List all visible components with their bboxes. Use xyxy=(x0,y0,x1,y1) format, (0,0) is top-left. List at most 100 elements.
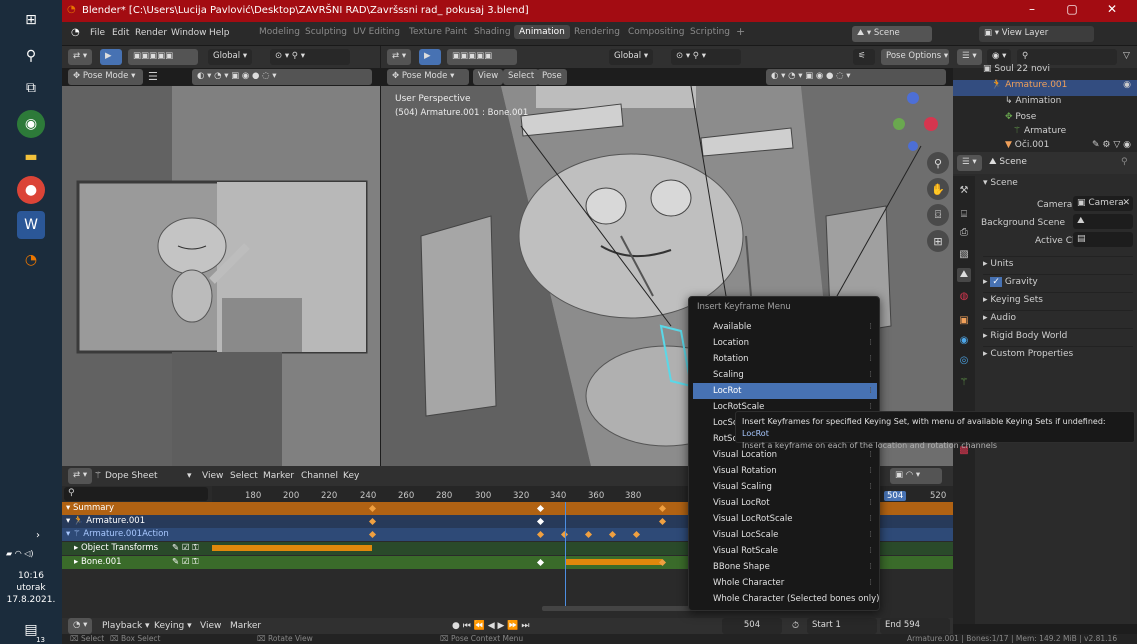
tab-texture-paint[interactable]: Texture Paint xyxy=(409,27,467,37)
render-tab-icon[interactable]: ⌸ xyxy=(957,208,971,222)
keyframe-menu-item[interactable]: Visual LocScale ⁞ xyxy=(693,527,877,543)
output-tab-icon[interactable]: ⎙ xyxy=(957,226,971,240)
keyframe-menu-item[interactable]: Location ⁞ xyxy=(693,335,877,351)
hamburger-menu-icon[interactable]: ☰ xyxy=(148,70,158,83)
search-icon[interactable]: ⚲ xyxy=(17,42,45,70)
filter-icon[interactable]: ▽ xyxy=(1123,51,1130,61)
main-viewport-shading-buttons[interactable]: ◐ ▾ ◔ ▾ ▣ ◉ ● ◌ ▾ xyxy=(766,69,946,85)
clear-camera-icon[interactable]: ✕ xyxy=(1122,198,1130,208)
minimize-button[interactable]: – xyxy=(1012,2,1052,20)
outliner-row-collection[interactable]: ▣ Soul 22 novi xyxy=(953,64,1137,80)
menu-render[interactable]: Render xyxy=(135,28,167,38)
tool-tab-icon[interactable]: ⚒ xyxy=(957,184,971,198)
tab-scripting[interactable]: Scripting xyxy=(690,27,730,37)
end-frame-field[interactable]: End 594 xyxy=(880,618,950,634)
menu-help[interactable]: Help xyxy=(209,28,230,38)
main-selection-mode-buttons[interactable]: ▣▣▣▣▣ xyxy=(447,49,517,65)
dope-menu-channel[interactable]: Channel xyxy=(301,471,338,481)
dope-snap-buttons[interactable]: ▣ ◠ ▾ xyxy=(890,468,942,484)
timeline-view-menu[interactable]: View xyxy=(200,621,221,631)
dope-menu-key[interactable]: Key xyxy=(343,471,359,481)
timeline-editor-type[interactable]: ◔ ▾ xyxy=(68,618,93,634)
keyframe-menu-item[interactable]: Visual LocRotScale ⁞ xyxy=(693,511,877,527)
timeline-marker-menu[interactable]: Marker xyxy=(230,621,261,631)
main-pose-mode-dropdown[interactable]: ✥ Pose Mode ▾ xyxy=(387,69,469,85)
view-layer-tab-icon[interactable]: ▧ xyxy=(957,248,971,262)
gravity-section[interactable]: ▸ ✓ Gravity xyxy=(983,274,1133,287)
playback-controls[interactable]: ● ⏮ ⏪ ◀ ▶ ⏩ ⏭ xyxy=(452,621,529,631)
playhead-line[interactable] xyxy=(565,502,566,610)
tab-sculpting[interactable]: Sculpting xyxy=(305,27,347,37)
main-pivot-snap-buttons[interactable]: ⊙ ▾ ⚲ ▾ xyxy=(671,49,741,65)
editor-type-button[interactable]: ⇄ ▾ xyxy=(68,49,93,65)
menu-window[interactable]: Window xyxy=(171,28,207,38)
zoom-icon[interactable]: ⚲ xyxy=(927,152,949,174)
outliner-editor-type[interactable]: ☰ ▾ xyxy=(957,49,982,65)
blender-taskbar-icon[interactable]: ◔ xyxy=(17,246,45,274)
tray-icons[interactable]: ▰ ◠ ◁) xyxy=(6,549,34,558)
rigid-body-section[interactable]: ▸ Rigid Body World xyxy=(983,328,1133,341)
file-explorer-icon[interactable]: ▬ xyxy=(17,143,45,171)
playback-menu[interactable]: Playback ▾ xyxy=(102,621,150,631)
keyframe-menu-item[interactable]: Visual LocRot ⁞ xyxy=(693,495,877,511)
perspective-grid-icon[interactable]: ⊞ xyxy=(927,230,949,252)
custom-props-section[interactable]: ▸ Custom Properties xyxy=(983,346,1133,359)
modifier-tab-icon[interactable]: ◉ xyxy=(957,334,971,348)
dope-mode-dropdown[interactable]: ⚚ Dope Sheet xyxy=(94,471,158,481)
start-frame-field[interactable]: Start 1 xyxy=(807,618,877,634)
camera-field[interactable]: ▣ Camera ✕ xyxy=(1073,196,1133,211)
stopwatch-icon[interactable]: ⏱ xyxy=(792,621,799,631)
close-button[interactable]: ✕ xyxy=(1092,2,1132,20)
properties-editor-type[interactable]: ☰ ▾ xyxy=(957,155,982,171)
current-frame-field[interactable]: 504 xyxy=(722,618,782,634)
left-viewport[interactable] xyxy=(62,86,380,466)
bone-tab-icon[interactable]: ⚚ xyxy=(957,376,971,390)
selection-mode-buttons[interactable]: ▣▣▣▣▣ xyxy=(128,49,198,65)
outliner-search-input[interactable]: ⚲ xyxy=(1017,49,1117,65)
main-editor-type-button[interactable]: ⇄ ▾ xyxy=(387,49,412,65)
keyframe-menu-item[interactable]: Available ⁞ xyxy=(693,319,877,335)
menu-file[interactable]: File xyxy=(90,28,105,38)
keying-sets-section[interactable]: ▸ Keying Sets xyxy=(983,292,1133,305)
scene-tab-icon[interactable]: ⛰ xyxy=(957,268,971,282)
keyframe-menu-item[interactable]: BBone Shape ⁞ xyxy=(693,559,877,575)
active-clip-field[interactable]: ▤ xyxy=(1073,232,1133,247)
keying-menu[interactable]: Keying ▾ xyxy=(154,621,192,631)
tab-rendering[interactable]: Rendering xyxy=(574,27,620,37)
bg-scene-field[interactable]: ⛰ xyxy=(1073,214,1133,229)
add-workspace-button[interactable]: + xyxy=(736,25,745,38)
physics-tab-icon[interactable]: ◎ xyxy=(957,354,971,368)
main-menu-view[interactable]: View xyxy=(473,69,504,85)
tab-compositing[interactable]: Compositing xyxy=(628,27,684,37)
visibility-eye-icon[interactable]: ◉ xyxy=(1123,80,1131,90)
main-select-tool-icon[interactable]: ▶ xyxy=(419,49,441,65)
viewport-shading-buttons[interactable]: ◐ ▾ ◔ ▾ ▣ ◉ ● ◌ ▾ xyxy=(192,69,372,85)
keyframe-menu-item[interactable]: Scaling ⁞ xyxy=(693,367,877,383)
current-frame-indicator[interactable]: 504 xyxy=(884,491,907,501)
pin-icon[interactable]: ⚲ xyxy=(1121,157,1128,167)
camera-view-icon[interactable]: ⌼ xyxy=(927,204,949,226)
main-menu-pose[interactable]: Pose xyxy=(537,69,567,85)
clock[interactable]: 10:16 utorak 17.8.2021. xyxy=(0,570,62,606)
select-tool-icon[interactable]: ▶ xyxy=(100,49,122,65)
blender-menu-icon[interactable]: ◔ xyxy=(71,27,80,38)
maximize-button[interactable]: ▢ xyxy=(1052,2,1092,20)
dope-menu-marker[interactable]: Marker xyxy=(263,471,294,481)
outliner-row-animation[interactable]: ↳ Animation xyxy=(953,96,1137,112)
app-icon-green[interactable]: ◉ xyxy=(17,110,45,138)
dope-editor-type[interactable]: ⇄ ▾ xyxy=(68,468,93,484)
pivot-snap-buttons[interactable]: ⊙ ▾ ⚲ ▾ xyxy=(270,49,350,65)
pose-options-dropdown[interactable]: Pose Options ▾ xyxy=(881,49,949,65)
chevron-right-icon[interactable]: › xyxy=(36,530,40,541)
scene-panel-header[interactable]: ▾ Scene xyxy=(983,178,1018,188)
pan-hand-icon[interactable]: ✋ xyxy=(927,178,949,200)
units-section[interactable]: ▸ Units xyxy=(983,256,1133,269)
word-icon[interactable]: W xyxy=(17,211,45,239)
transform-orientation[interactable]: Global ▾ xyxy=(208,49,253,65)
main-transform-orientation[interactable]: Global ▾ xyxy=(609,49,654,65)
tab-modeling[interactable]: Modeling xyxy=(259,27,300,37)
main-menu-select[interactable]: Select xyxy=(503,69,540,85)
dope-menu-view[interactable]: View xyxy=(202,471,223,481)
keyframe-menu-item[interactable]: Whole Character ⁞ xyxy=(693,575,877,591)
world-tab-icon[interactable]: ◍ xyxy=(957,290,971,304)
